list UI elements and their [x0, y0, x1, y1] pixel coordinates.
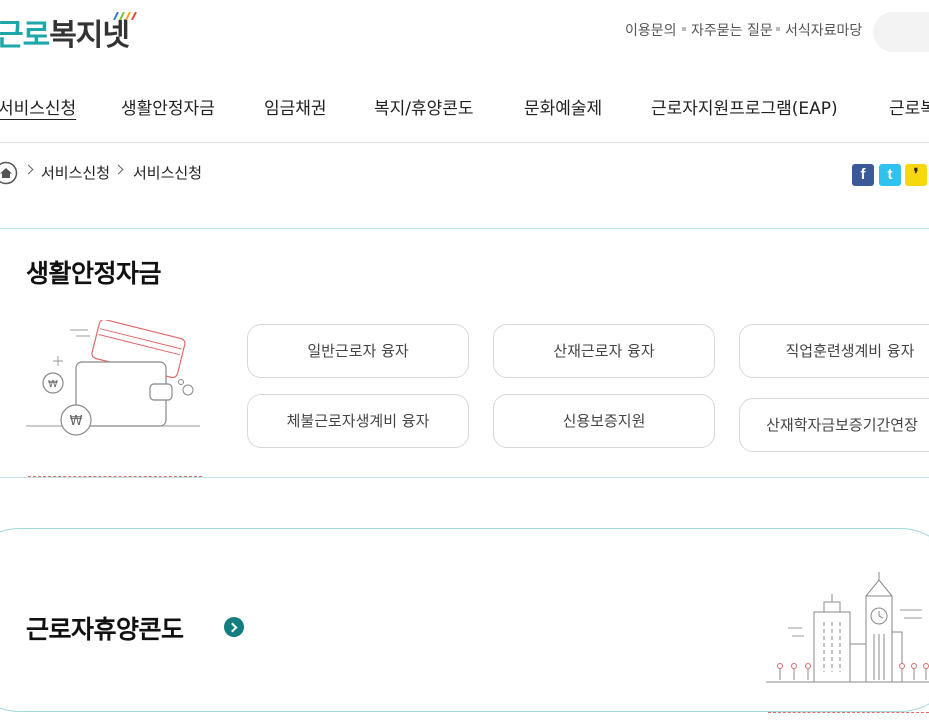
gnb-living-fund[interactable]: 생활안정자금: [121, 94, 215, 119]
gnb-service-request[interactable]: 서비스신청: [0, 94, 76, 119]
breadcrumb-item-1[interactable]: 서비스신청: [41, 162, 110, 183]
gnb-culture-festival[interactable]: 문화예술제: [524, 94, 602, 119]
site-logo[interactable]: 근로복지넷: [0, 10, 130, 54]
living-fund-title: 생활안정자금: [26, 259, 162, 288]
wallet-card-illustration: ₩ ₩: [26, 320, 200, 436]
util-link-forms[interactable]: 서식자료마당: [785, 20, 862, 40]
gnb-eap[interactable]: 근로자지원프로그램(EAP): [651, 94, 838, 119]
search-box[interactable]: [873, 12, 929, 52]
gnb-more[interactable]: 근로복: [889, 94, 929, 119]
kakao-share-icon[interactable]: ❜: [905, 164, 927, 186]
logo-accent-icon: [113, 12, 137, 20]
util-separator: [682, 27, 686, 31]
logo-part-1: 근로: [0, 18, 50, 53]
facebook-share-icon[interactable]: f: [852, 164, 874, 186]
loan-unpaid-wage-button[interactable]: 체불근로자생계비 융자: [247, 394, 469, 448]
nav-divider: [0, 142, 929, 143]
condo-title[interactable]: 근로자휴양콘도: [26, 610, 184, 646]
breadcrumb-item-2[interactable]: 서비스신청: [133, 162, 202, 183]
home-icon[interactable]: [0, 161, 18, 185]
section-top-line: [0, 228, 929, 229]
credit-guarantee-button[interactable]: 신용보증지원: [493, 394, 715, 448]
util-separator: [776, 27, 780, 31]
breadcrumb-chevron-icon: [113, 164, 124, 175]
util-link-inquiry[interactable]: 이용문의: [625, 20, 677, 40]
coin-symbol: ₩: [70, 414, 83, 429]
coin-symbol: ₩: [48, 379, 58, 390]
twitter-share-icon[interactable]: t: [879, 164, 901, 186]
arrow-right-icon[interactable]: [224, 617, 244, 637]
loan-industrial-accident-button[interactable]: 산재근로자 융자: [493, 324, 715, 378]
section-bottom-line: [0, 477, 929, 478]
loan-vocational-training-button[interactable]: 직업훈련생계비 융자: [739, 324, 929, 378]
loan-general-worker-button[interactable]: 일반근로자 융자: [247, 324, 469, 378]
logo-part-2: 복지넷: [49, 18, 130, 53]
breadcrumb-chevron-icon: [23, 164, 34, 175]
gnb-wage-claim[interactable]: 임금채권: [264, 94, 327, 119]
city-skyline-illustration: [766, 572, 929, 683]
dashed-accent-line: [768, 712, 929, 713]
tuition-guarantee-extension-button[interactable]: 산재학자금보증기간연장: [739, 398, 929, 452]
util-link-faq[interactable]: 자주묻는 질문: [691, 20, 773, 40]
gnb-welfare-condo[interactable]: 복지/휴양콘도: [374, 94, 474, 119]
